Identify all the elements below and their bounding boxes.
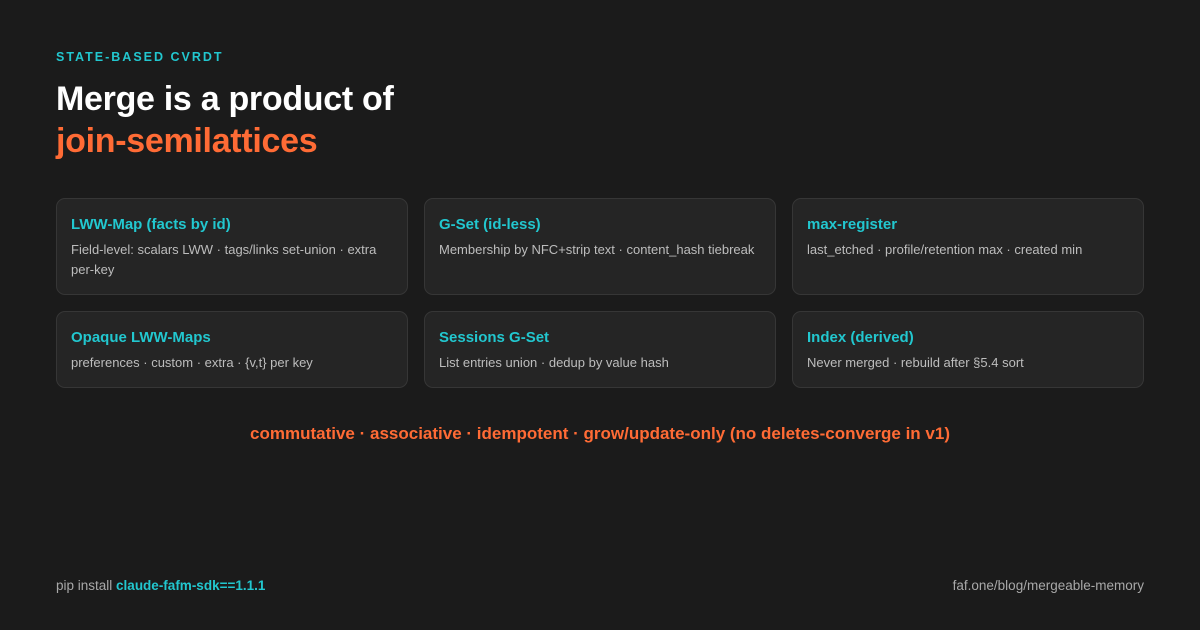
card-description: List entries union · dedup by value hash bbox=[439, 355, 669, 370]
card-max-register: max-register last_etched · profile/reten… bbox=[792, 198, 1144, 295]
card-sessions-g-set: Sessions G-Set List entries union · dedu… bbox=[424, 311, 776, 388]
card-grid: LWW-Map (facts by id) Field-level: scala… bbox=[56, 198, 1144, 388]
card-title: G-Set (id-less) bbox=[439, 216, 541, 233]
properties-tagline: commutative · associative · idempotent ·… bbox=[250, 424, 950, 443]
card-title: Sessions G-Set bbox=[439, 329, 550, 346]
card-title: max-register bbox=[807, 216, 898, 233]
card-index-derived: Index (derived) Never merged · rebuild a… bbox=[792, 311, 1144, 388]
install-command: pip install claude-fafm-sdk==1.1.1 bbox=[56, 578, 265, 593]
card-description: Never merged · rebuild after §5.4 sort bbox=[807, 355, 1024, 370]
card-title: Opaque LWW-Maps bbox=[71, 329, 211, 346]
card-description: Membership by NFC+strip text · content_h… bbox=[439, 242, 755, 257]
card-opaque-lww-maps: Opaque LWW-Maps preferences · custom · e… bbox=[56, 311, 408, 388]
title-line-2-highlight: join-semilattices bbox=[56, 122, 318, 160]
card-lww-map: LWW-Map (facts by id) Field-level: scala… bbox=[56, 198, 408, 295]
card-title: Index (derived) bbox=[807, 329, 914, 346]
card-description: last_etched · profile/retention max · cr… bbox=[807, 242, 1083, 257]
card-description: preferences · custom · extra · {v,t} per… bbox=[71, 355, 313, 370]
card-title: LWW-Map (facts by id) bbox=[71, 216, 231, 233]
card-description: Field-level: scalars LWW · tags/links se… bbox=[71, 242, 377, 277]
page-title: Merge is a product of join-semilattices bbox=[56, 78, 394, 162]
blog-url[interactable]: faf.one/blog/mergeable-memory bbox=[953, 578, 1144, 593]
package-name: claude-fafm-sdk==1.1.1 bbox=[116, 578, 266, 593]
eyebrow-label: STATE-BASED CVRDT bbox=[56, 50, 224, 64]
card-g-set: G-Set (id-less) Membership by NFC+strip … bbox=[424, 198, 776, 295]
install-prefix: pip install bbox=[56, 578, 117, 593]
title-line-1: Merge is a product of bbox=[56, 80, 394, 118]
